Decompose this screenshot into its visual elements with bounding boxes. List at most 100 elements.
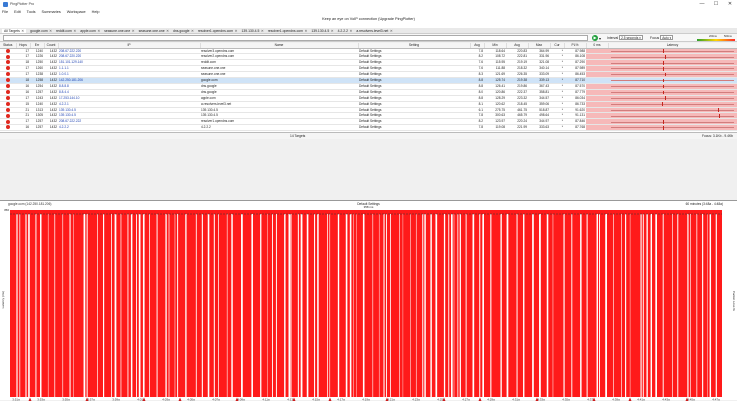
alert-marker-icon[interactable] [29, 398, 32, 401]
tab-4[interactable]: seasune.one.one✕ [104, 29, 134, 33]
alert-marker-icon[interactable] [479, 398, 482, 401]
tab-5[interactable]: seasune.one.one✕ [139, 29, 169, 33]
tab-label: All Targets [4, 29, 20, 33]
tab-8[interactable]: 139.130.4.5✕ [241, 29, 263, 33]
timeline-plot[interactable] [10, 210, 722, 397]
x-tick-label: 4:07a [212, 397, 220, 401]
tab-7[interactable]: resolver1.opendns.com✕ [198, 29, 238, 33]
response-gap [291, 214, 292, 397]
tab-10[interactable]: 139.130.4.5✕ [311, 29, 333, 33]
tab-0[interactable]: All Targets✕ [2, 29, 26, 33]
alert-marker-icon[interactable] [179, 398, 182, 401]
close-icon[interactable]: ✕ [73, 29, 76, 33]
status-dot-icon [6, 78, 10, 82]
title-bar: PingPlotter Pro — ☐ ✕ [0, 0, 737, 8]
interval-select[interactable]: 2.5 seconds ▾ [619, 35, 643, 40]
response-gap [517, 214, 518, 397]
response-gap [435, 214, 437, 397]
focus-control: Focus Auto ▾ [650, 35, 673, 40]
tab-label: seasune.one.one [139, 29, 165, 33]
tab-9[interactable]: resolver1.opendns.com✕ [268, 29, 308, 33]
cell-zero [586, 125, 608, 131]
menu-edit[interactable]: Edit [14, 10, 21, 14]
cell-avg: 7.8 [470, 125, 484, 131]
response-gap [121, 214, 122, 397]
alert-marker-icon[interactable] [629, 398, 632, 401]
menu-file[interactable]: File [2, 10, 8, 14]
menu-workspace[interactable]: Workspace [67, 10, 86, 14]
close-icon[interactable]: ✕ [349, 29, 352, 33]
target-count: 14 Targets [290, 134, 305, 138]
close-icon[interactable]: ✕ [261, 29, 264, 33]
close-icon[interactable]: ✕ [331, 29, 334, 33]
x-tick-label: 4:45a [687, 397, 695, 401]
close-icon[interactable]: ✕ [191, 29, 194, 33]
response-gap [214, 214, 215, 397]
latency-avg-marker [663, 61, 664, 65]
focus-info: Focus: 3.1Kb - 9.4Kb [702, 134, 733, 138]
close-button[interactable]: ✕ [723, 0, 737, 8]
graph-y-label-right: Packet Loss % [732, 291, 736, 311]
response-gap [103, 214, 104, 397]
menu-tools[interactable]: Tools [27, 10, 36, 14]
response-gap [539, 214, 541, 397]
status-dot-icon [6, 55, 10, 59]
response-gap [646, 214, 647, 397]
response-gap [54, 214, 55, 397]
response-gap [643, 214, 644, 397]
minimize-button[interactable]: — [695, 0, 709, 8]
response-gap [314, 214, 315, 397]
app-logo-icon [3, 2, 8, 7]
x-tick-label: 4:39a [612, 397, 620, 401]
tab-1[interactable]: google.com✕ [30, 29, 52, 33]
table-row[interactable]: 16125714324.2.2.24.2.2.2Default Settings… [0, 125, 737, 131]
close-icon[interactable]: ✕ [390, 29, 393, 33]
response-gap [231, 214, 232, 397]
response-gap [19, 214, 20, 397]
empty-area [0, 139, 737, 200]
response-gap [128, 214, 129, 397]
response-gap [70, 214, 71, 397]
tab-3[interactable]: apple.com✕ [80, 29, 100, 33]
response-gap [587, 214, 588, 397]
tab-6[interactable]: dns.google✕ [173, 29, 194, 33]
close-icon[interactable]: ✕ [235, 29, 238, 33]
cell-setting: Default Settings [358, 125, 470, 131]
tab-11[interactable]: 4.2.2.2✕ [338, 29, 353, 33]
response-gap [87, 214, 88, 397]
status-dot-icon [6, 72, 10, 76]
menu-summaries[interactable]: Summaries [42, 10, 61, 14]
latency-range-line [611, 127, 734, 128]
alert-marker-icon[interactable] [329, 398, 332, 401]
x-tick-label: 4:09a [237, 397, 245, 401]
focus-select[interactable]: Auto ▾ [660, 35, 673, 40]
targets-table: StatusHopsErrCountIPNameSettingAvgMinAvg… [0, 43, 737, 131]
menu-help[interactable]: Help [92, 10, 100, 14]
tab-2[interactable]: reddit.com✕ [56, 29, 76, 33]
response-gap [490, 214, 491, 397]
menu-bar: File Edit Tools Summaries Workspace Help [0, 8, 737, 15]
target-input[interactable] [3, 35, 588, 41]
close-icon[interactable]: ✕ [97, 29, 100, 33]
close-icon[interactable]: ✕ [166, 29, 169, 33]
banner-text[interactable]: Keep an eye on VoIP connection (Upgrade … [322, 17, 415, 21]
chevron-down-icon[interactable]: ▾ [599, 36, 601, 41]
cell-pl: 87.768 [564, 125, 586, 131]
response-gap [599, 214, 600, 397]
close-icon[interactable]: ✕ [304, 29, 307, 33]
response-gap [251, 214, 253, 397]
response-gap [422, 214, 423, 397]
latency-range-line [611, 57, 734, 58]
response-gap [157, 214, 158, 397]
maximize-button[interactable]: ☐ [709, 0, 723, 8]
x-tick-label: 4:15a [312, 397, 320, 401]
tab-label: resolver1.opendns.com [198, 29, 233, 33]
start-trace-button[interactable]: ▶ [592, 35, 598, 41]
response-gap [136, 214, 137, 397]
latency-avg-marker [663, 126, 664, 130]
close-icon[interactable]: ✕ [49, 29, 52, 33]
tab-12[interactable]: a.resolvers.level3.net✕ [356, 29, 392, 33]
close-icon[interactable]: ✕ [132, 29, 135, 33]
latency-avg-marker [663, 67, 664, 71]
close-icon[interactable]: ✕ [21, 29, 24, 33]
